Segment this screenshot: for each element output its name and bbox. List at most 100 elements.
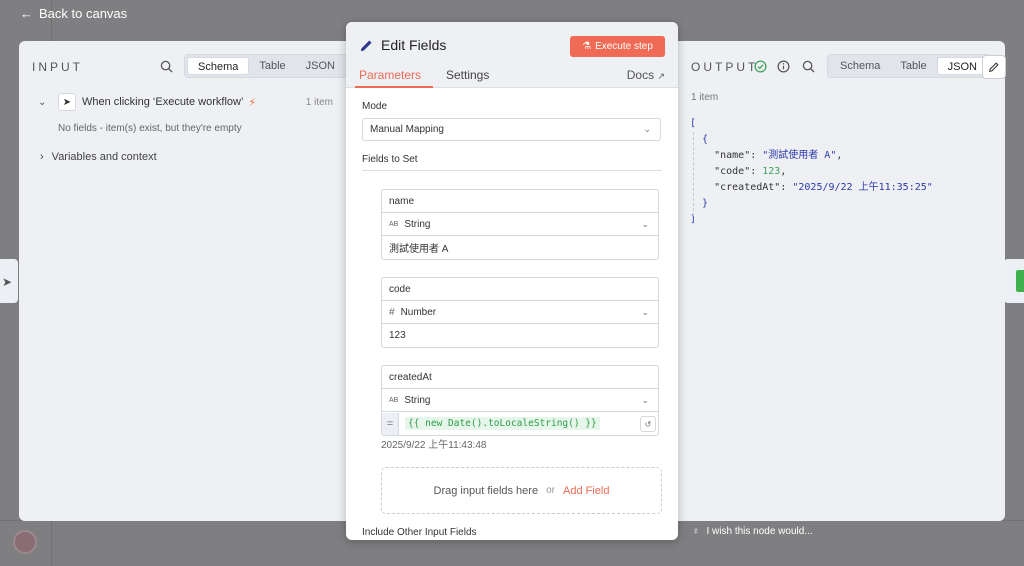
output-tab-schema[interactable]: Schema [830,57,890,75]
json-value: "2025/9/22 上午11:35:25" [792,182,933,193]
drop-hint: Drag input fields here [433,484,539,497]
pencil-icon [360,39,372,51]
field-card-createdat: createdAt AB String ⌄ = {{ new Date().toLo… [381,365,659,436]
next-node-handle[interactable] [1004,259,1024,303]
variables-context-label: Variables and context [51,151,157,163]
trigger-item-count: 1 item [305,96,333,108]
feedback-label: I wish this node would... [706,526,813,537]
info-icon[interactable] [776,59,790,73]
mode-select[interactable]: Manual Mapping ⌄ [362,118,661,141]
node-title: Edit Fields [359,37,446,53]
trigger-node-label: When clicking ‘Execute workflow’ [82,96,244,108]
output-tab-table[interactable]: Table [890,57,936,75]
search-icon[interactable] [158,58,174,74]
string-type-icon: AB [389,396,399,404]
field-name-input[interactable]: name [382,190,658,213]
output-view-switcher: Schema Table JSON [827,54,991,78]
drop-or: or [546,485,555,496]
chevron-down-icon: ⌄ [643,124,651,134]
node-title-label: Edit Fields [381,37,447,53]
lightbulb-icon: ♀ [692,526,700,537]
input-panel-title: INPUT [32,60,83,74]
empty-fields-message: No fields - item(s) exist, but they're e… [58,123,242,134]
arrow-left-icon: ← [20,6,33,21]
field-type-value: String [404,218,431,230]
variables-context-row[interactable]: › Variables and context [40,151,157,163]
expression-preview: 2025/9/22 上午11:43:48 [381,440,487,451]
node-header: Edit Fields ⚗ Execute step Parameters Se… [346,22,678,88]
field-type-value: Number [400,306,437,318]
json-output-viewer: [ { "name": "測試使用者 A", "code": 123, "cre… [690,118,933,225]
search-icon[interactable] [801,59,815,73]
docs-link[interactable]: Docs ↗ [627,68,665,82]
json-key: "createdAt" [714,182,781,193]
chevron-down-icon: ⌄ [641,306,649,317]
json-close-brace: } [702,198,709,209]
field-name-input[interactable]: code [382,278,658,301]
input-tab-schema[interactable]: Schema [187,57,250,75]
output-panel [678,41,1005,521]
input-panel [19,41,346,521]
json-key: "code" [714,166,751,177]
previous-node-handle[interactable]: ➤ [0,259,18,303]
back-to-canvas-label: Back to canvas [39,6,128,21]
reset-expression-icon[interactable]: ↺ [640,416,656,432]
feedback-link[interactable]: ♀ I wish this node would... [692,526,813,537]
back-to-canvas-link[interactable]: ← Back to canvas [20,6,127,21]
field-drop-zone[interactable]: Drag input fields here or Add Field [381,467,662,514]
field-card-name: name AB String ⌄ 測試使用者 A [381,189,659,260]
tab-parameters[interactable]: Parameters [359,68,421,82]
flask-icon: ⚗ [582,41,592,52]
input-tab-table[interactable]: Table [249,57,295,75]
include-other-fields-label: Include Other Input Fields [362,527,477,538]
field-name-value: name [389,195,415,207]
mode-label: Mode [362,101,388,112]
execute-step-button[interactable]: ⚗ Execute step [570,36,665,57]
number-type-icon: # [389,306,395,318]
field-value-input[interactable]: 測試使用者 A [382,236,658,259]
field-type-select[interactable]: AB String ⌄ [382,389,658,412]
field-value-text: 測試使用者 A [389,244,449,255]
input-tab-json[interactable]: JSON [296,57,345,75]
pencil-icon [989,62,999,72]
json-open-brace: { [702,134,709,145]
field-type-select[interactable]: AB String ⌄ [382,213,658,236]
fields-to-set-label: Fields to Set [362,154,418,165]
output-tab-json[interactable]: JSON [936,57,988,75]
next-node-color-chip [1016,270,1024,292]
avatar[interactable] [13,530,37,554]
active-tab-indicator [355,86,433,88]
field-expression-input[interactable]: = {{ new Date().toLocaleString() }} ↺ [382,412,658,435]
chevron-down-icon: ⌄ [641,218,649,229]
json-open-bracket: [ [690,118,697,129]
divider [362,170,662,171]
field-name-input[interactable]: createdAt [382,366,658,389]
json-value: 123 [762,166,781,177]
chevron-right-icon: › [40,151,44,163]
expression-mode-indicator: = [382,412,399,435]
node-settings-panel: Edit Fields ⚗ Execute step Parameters Se… [346,22,678,540]
field-value-text: 123 [389,330,406,341]
expression-code: {{ new Date().toLocaleString() }} [405,417,600,430]
json-indent-guide [693,132,694,216]
field-name-value: code [389,283,411,295]
cursor-click-icon: ➤ [58,93,76,111]
string-type-icon: AB [389,220,399,228]
add-field-button[interactable]: Add Field [563,485,609,497]
chevron-down-icon: ⌄ [641,394,649,405]
field-type-select[interactable]: # Number ⌄ [382,301,658,324]
field-value-input[interactable]: 123 [382,324,658,347]
docs-label: Docs [626,68,655,82]
trigger-node-row[interactable]: ⌄ ➤ When clicking ‘Execute workflow’ ⚡ 1… [38,93,333,111]
json-key: "name" [714,150,751,161]
mode-select-value: Manual Mapping [370,124,444,135]
output-item-count: 1 item [691,92,719,103]
chevron-down-icon[interactable]: ⌄ [38,97,50,108]
edit-output-button[interactable] [982,55,1006,79]
field-card-code: code # Number ⌄ 123 [381,277,659,348]
lightning-icon: ⚡ [248,96,257,109]
tab-settings[interactable]: Settings [446,68,489,82]
success-check-icon [753,59,767,73]
field-type-value: String [404,394,431,406]
input-view-switcher: Schema Table JSON [184,54,348,78]
